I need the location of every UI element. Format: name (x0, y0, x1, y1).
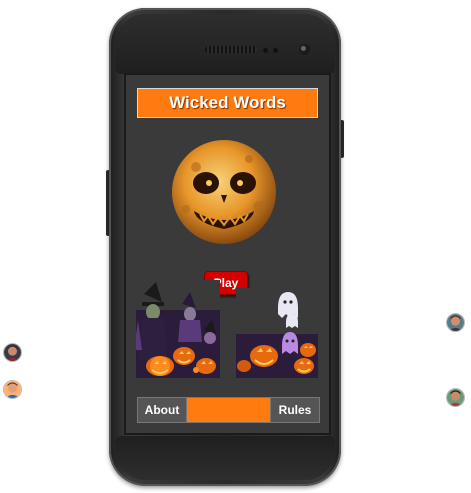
player-avatar[interactable] (3, 343, 22, 362)
sensor-dot (263, 48, 268, 53)
phone-top-bezel (115, 14, 335, 74)
player-avatar[interactable] (3, 380, 22, 399)
app-screen: Wicked Words Play About Rules (124, 73, 331, 435)
ghosts-and-pumpkins-image (236, 288, 318, 378)
phone-bottom-bezel (115, 436, 335, 480)
speaker-grille (205, 46, 257, 53)
sensor-dot (273, 48, 278, 53)
pumpkin-moon-image (172, 140, 276, 244)
front-camera-icon (299, 44, 310, 55)
witch-and-pumpkins-image (136, 280, 220, 378)
stage: Wicked Words Play About Rules (0, 0, 471, 493)
word-display-field (187, 397, 270, 423)
title-bar: Wicked Words (137, 88, 318, 118)
bottom-nav: About Rules (137, 397, 320, 423)
app-title: Wicked Words (169, 93, 286, 112)
rules-button[interactable]: Rules (270, 397, 320, 423)
about-button[interactable]: About (137, 397, 187, 423)
player-avatar[interactable] (446, 388, 465, 407)
player-avatar[interactable] (446, 313, 465, 332)
